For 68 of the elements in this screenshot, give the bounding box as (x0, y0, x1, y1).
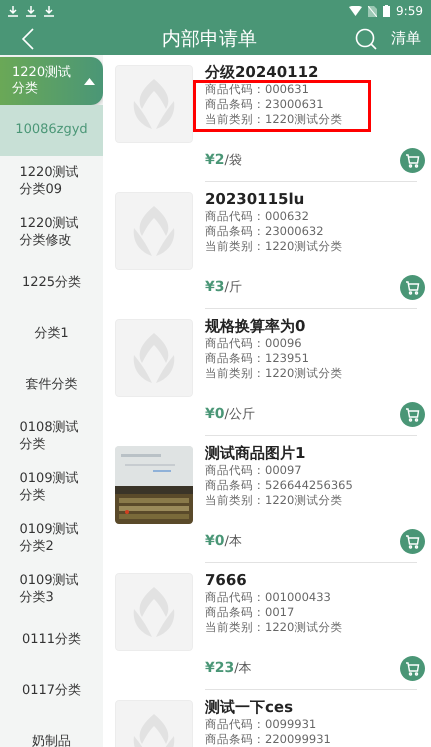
product-detail: 商品条码：123951 (205, 351, 310, 366)
product-row[interactable]: 测试一下ces 商品代码：0099931 商品条码：220099931 (115, 690, 431, 747)
product-detail: 商品条码：0017 (205, 605, 296, 620)
category-item[interactable]: 0109测试分类3 (0, 564, 103, 615)
product-name: 测试商品图片1 (205, 443, 306, 463)
category-item[interactable]: 1225分类 (0, 258, 103, 309)
wifi-icon (349, 6, 362, 16)
category-item[interactable]: 套件分类 (0, 360, 103, 411)
product-detail: 商品条码：526644256365 (205, 478, 354, 493)
battery-icon (383, 5, 390, 17)
product-detail: 商品代码：00096 (205, 336, 303, 351)
product-detail: 当前类别：1220测试分类 (205, 112, 344, 127)
product-name: 分级20240112 (205, 62, 320, 82)
cart-icon (405, 408, 420, 422)
product-detail: 当前类别：1220测试分类 (205, 239, 344, 254)
clock-time: 9:59 (396, 4, 423, 18)
product-detail: 商品代码：0099931 (205, 717, 318, 732)
product-detail: 商品代码：001000433 (205, 590, 332, 605)
add-to-cart-button[interactable] (400, 148, 425, 173)
cart-icon (405, 534, 420, 548)
product-price: ¥0/公斤 (205, 405, 255, 423)
list-link[interactable]: 清单 (391, 29, 421, 48)
product-detail: 当前类别：1220测试分类 (205, 366, 344, 381)
no-sim-icon (368, 6, 378, 16)
download-icon (8, 6, 18, 16)
cart-icon (405, 662, 420, 676)
category-item[interactable]: 分类1 (0, 309, 103, 360)
category-item[interactable]: 0108测试分类 (0, 411, 103, 462)
add-to-cart-button[interactable] (400, 402, 425, 427)
product-detail: 商品代码：00097 (205, 463, 303, 478)
product-row[interactable]: 7666 商品代码：001000433 商品条码：0017 当前类别：1220测试分类 ¥23/本 (115, 563, 431, 690)
product-name: 7666 (205, 570, 248, 590)
category-item[interactable]: 奶制品 (0, 717, 103, 747)
back-icon[interactable] (22, 28, 34, 50)
search-icon[interactable] (355, 28, 377, 50)
download-icon (26, 6, 36, 16)
product-price: ¥3/斤 (205, 278, 242, 296)
product-row[interactable]: 测试商品图片1 商品代码：00097 商品条码：526644256365 当前类别：1220测试分类 ¥0/本 (115, 436, 431, 563)
product-name: 20230115lu (205, 189, 306, 209)
category-item[interactable]: 1220测试分类09 (0, 156, 103, 207)
category-item[interactable]: 0109测试分类 (0, 462, 103, 513)
product-detail: 商品代码：000632 (205, 209, 310, 224)
product-detail: 商品条码：23000632 (205, 224, 325, 239)
category-item[interactable]: 0111分类 (0, 615, 103, 666)
category-item[interactable]: 0117分类 (0, 666, 103, 717)
product-detail: 商品条码：220099931 (205, 732, 332, 747)
cart-icon (405, 154, 420, 168)
download-icon (44, 6, 54, 16)
product-detail: 商品代码：000631 (205, 82, 310, 97)
product-name: 规格换算率为0 (205, 316, 306, 336)
add-to-cart-button[interactable] (400, 656, 425, 681)
product-price: ¥2/袋 (205, 151, 242, 169)
product-price: ¥0/本 (205, 532, 242, 550)
product-row[interactable]: 分级20240112 商品代码：000631 商品条码：23000631 当前类别：1220测试分类 ¥2/袋 (115, 55, 431, 182)
product-detail: 当前类别：1220测试分类 (205, 620, 344, 635)
category-item[interactable]: 1220测试分类修改 (0, 207, 103, 258)
category-item[interactable]: 0109测试分类2 (0, 513, 103, 564)
product-detail: 商品条码：23000631 (205, 97, 325, 112)
product-row[interactable]: 20230115lu 商品代码：000632 商品条码：23000632 当前类别：1220测试分类 ¥3/斤 (115, 182, 431, 309)
product-price: ¥23/本 (205, 659, 252, 677)
add-to-cart-button[interactable] (400, 275, 425, 300)
product-detail: 当前类别：1220测试分类 (205, 493, 344, 508)
cart-icon (405, 280, 420, 294)
product-row[interactable]: 规格换算率为0 商品代码：00096 商品条码：123951 当前类别：1220测试分类 ¥0/公斤 (115, 309, 431, 436)
add-to-cart-button[interactable] (400, 529, 425, 554)
group-label: 1220测试分类 (12, 64, 72, 98)
page-title: 内部申请单 (161, 26, 258, 52)
product-name: 测试一下ces (205, 697, 294, 717)
